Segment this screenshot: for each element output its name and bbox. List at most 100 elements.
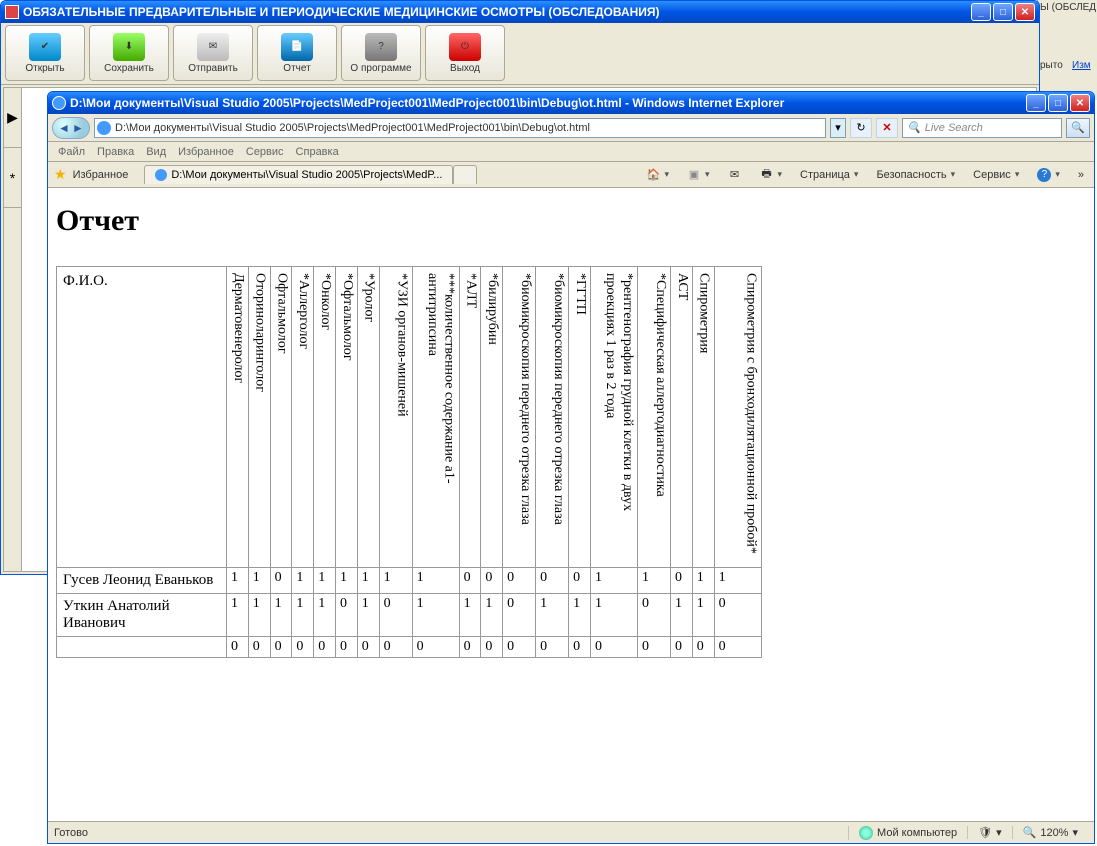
- parent-maximize-button[interactable]: □: [993, 3, 1013, 21]
- col-header: *Онколог: [314, 267, 336, 568]
- cell-value: 0: [481, 568, 503, 594]
- parent-close-button[interactable]: ✕: [1015, 3, 1035, 21]
- help-button[interactable]: ?: [1033, 166, 1064, 184]
- cell-value: 0: [692, 637, 714, 658]
- cell-value: 0: [379, 637, 412, 658]
- zoom-value: 120%: [1040, 827, 1068, 839]
- cell-value: 1: [590, 568, 637, 594]
- exit-icon: ⏻: [449, 33, 481, 61]
- ie-icon: [52, 96, 66, 110]
- ie-titlebar: D:\Мои документы\Visual Studio 2005\Proj…: [48, 92, 1094, 114]
- col-header: *биомикроскопия переднего отрезка глаза: [536, 267, 569, 568]
- favorites-star-icon[interactable]: ★: [54, 166, 67, 183]
- cell-value: 0: [670, 568, 692, 594]
- expand-button[interactable]: »: [1074, 167, 1088, 183]
- stop-button[interactable]: ✕: [876, 118, 898, 138]
- menu-edit[interactable]: Правка: [97, 146, 134, 158]
- ie-close-button[interactable]: ✕: [1070, 94, 1090, 112]
- col-header: *билирубин: [481, 267, 503, 568]
- cell-value: 0: [637, 637, 670, 658]
- zoom-control[interactable]: 🔍 120% ▾: [1012, 826, 1088, 839]
- left-tab-1[interactable]: ▶: [4, 88, 21, 148]
- menu-service[interactable]: Сервис: [246, 146, 284, 158]
- cell-value: 0: [503, 637, 536, 658]
- search-placeholder: Live Search: [925, 122, 983, 134]
- cell-value: 1: [357, 568, 379, 594]
- browser-tab-active[interactable]: D:\Мои документы\Visual Studio 2005\Proj…: [144, 165, 453, 184]
- menu-help[interactable]: Справка: [296, 146, 339, 158]
- table-header-row: Ф.И.О. ДерматовенерологОториноларинголог…: [57, 267, 762, 568]
- read-mail-button[interactable]: ✉: [724, 166, 746, 184]
- page-menu[interactable]: Страница: [796, 167, 862, 183]
- refresh-button[interactable]: ↻: [850, 118, 872, 138]
- home-button[interactable]: 🏠: [642, 166, 673, 184]
- cell-value: 1: [536, 594, 569, 637]
- back-icon: ◄: [57, 121, 71, 135]
- ie-favbar: ★ Избранное D:\Мои документы\Visual Stud…: [48, 162, 1094, 188]
- search-go-button[interactable]: 🔍: [1066, 118, 1090, 138]
- cell-name: Гусев Леонид Еваньков: [57, 568, 227, 594]
- search-box[interactable]: 🔍 Live Search: [902, 118, 1062, 138]
- safety-menu[interactable]: Безопасность: [872, 167, 959, 183]
- ie-maximize-button[interactable]: □: [1048, 94, 1068, 112]
- cell-value: 1: [459, 594, 481, 637]
- cell-value: 0: [335, 637, 357, 658]
- page-favicon: [97, 121, 111, 135]
- feeds-button[interactable]: ▣: [683, 166, 714, 184]
- cell-value: 1: [270, 594, 292, 637]
- print-button[interactable]: 🖶: [756, 166, 787, 184]
- favorites-label[interactable]: Избранное: [73, 169, 129, 181]
- ie-navbar: ◄ ► D:\Мои документы\Visual Studio 2005\…: [48, 114, 1094, 142]
- tools-menu[interactable]: Сервис: [969, 167, 1023, 183]
- nav-back-forward[interactable]: ◄ ►: [52, 117, 90, 139]
- url-dropdown[interactable]: ▾: [830, 118, 846, 138]
- shield-icon: 🛡: [978, 826, 992, 839]
- table-body: Гусев Леонид Еваньков1101111110000011011…: [57, 568, 762, 658]
- menu-favorites[interactable]: Избранное: [178, 146, 234, 158]
- menu-file[interactable]: Файл: [58, 146, 85, 158]
- cell-value: 1: [314, 594, 336, 637]
- url-text: D:\Мои документы\Visual Studio 2005\Proj…: [115, 122, 590, 134]
- col-header: *Уролог: [357, 267, 379, 568]
- cell-value: 0: [459, 568, 481, 594]
- ie-content[interactable]: Отчет Ф.И.О. ДерматовенерологОторинолари…: [48, 188, 1094, 821]
- tab-favicon: [155, 169, 167, 181]
- cell-value: 1: [335, 568, 357, 594]
- mail-icon: ✉: [728, 168, 742, 182]
- background-panel: Ы (ОБСЛЕД рыто Изм: [1037, 0, 1097, 100]
- save-icon: ⬇: [113, 33, 145, 61]
- new-tab-button[interactable]: [453, 165, 477, 184]
- save-button[interactable]: ⬇Сохранить: [89, 25, 169, 81]
- parent-toolbar: ✔Открыть ⬇Сохранить ✉Отправить 📄Отчет ?О…: [1, 23, 1039, 85]
- report-button[interactable]: 📄Отчет: [257, 25, 337, 81]
- cell-value: 1: [637, 568, 670, 594]
- parent-app-icon: [5, 5, 19, 19]
- url-bar[interactable]: D:\Мои документы\Visual Studio 2005\Proj…: [94, 118, 826, 138]
- send-button[interactable]: ✉Отправить: [173, 25, 253, 81]
- tab-title: D:\Мои документы\Visual Studio 2005\Proj…: [171, 169, 442, 181]
- protected-mode-section[interactable]: 🛡▾: [967, 826, 1012, 839]
- cell-value: 1: [569, 594, 591, 637]
- col-header: ***количественное содержание a1-антитрип…: [412, 267, 459, 568]
- col-header: *АЛТ: [459, 267, 481, 568]
- open-button[interactable]: ✔Открыть: [5, 25, 85, 81]
- status-ready: Готово: [54, 827, 848, 839]
- report-icon: 📄: [281, 33, 313, 61]
- cell-value: 0: [536, 568, 569, 594]
- cell-value: 0: [335, 594, 357, 637]
- cell-value: 0: [569, 637, 591, 658]
- parent-minimize-button[interactable]: _: [971, 3, 991, 21]
- menu-view[interactable]: Вид: [146, 146, 166, 158]
- ie-statusbar: Готово Мой компьютер 🛡▾ 🔍 120% ▾: [48, 821, 1094, 843]
- ie-minimize-button[interactable]: _: [1026, 94, 1046, 112]
- left-tab-2[interactable]: *: [4, 148, 21, 208]
- col-header: Дерматовенеролог: [227, 267, 249, 568]
- zoom-icon: 🔍: [1023, 826, 1037, 839]
- about-button[interactable]: ?О программе: [341, 25, 421, 81]
- cell-value: 0: [714, 637, 761, 658]
- bg-link-edit[interactable]: Изм: [1072, 60, 1091, 71]
- exit-button[interactable]: ⏻Выход: [425, 25, 505, 81]
- col-header: *Офтальмолог: [335, 267, 357, 568]
- cell-value: 1: [248, 568, 270, 594]
- cell-value: 0: [248, 637, 270, 658]
